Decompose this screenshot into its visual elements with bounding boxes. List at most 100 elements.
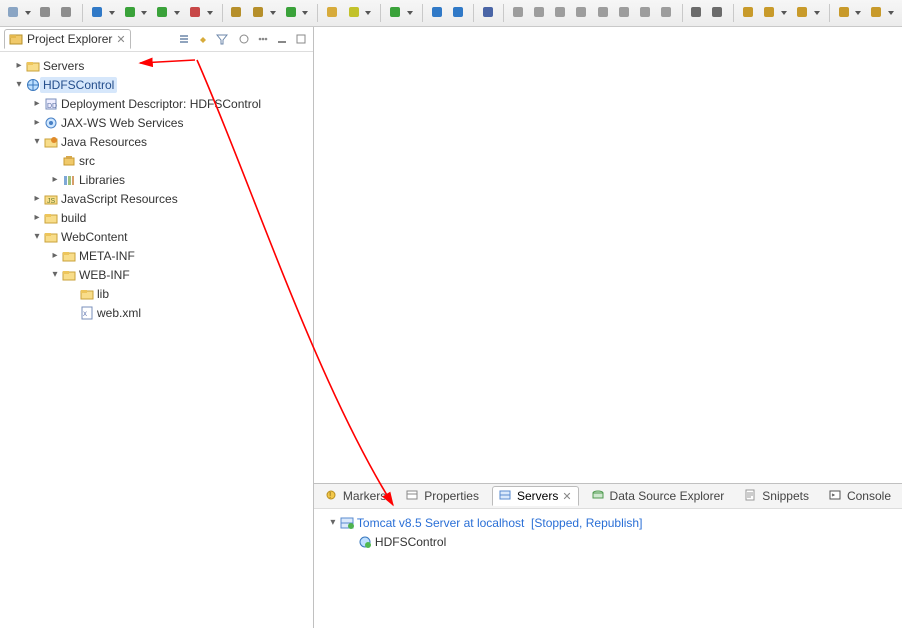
minimize-icon[interactable] — [274, 31, 290, 47]
focus-task-icon[interactable] — [236, 31, 252, 47]
new-button[interactable] — [4, 3, 35, 23]
maximize-icon[interactable] — [293, 31, 309, 47]
toggle-block-sel-icon[interactable] — [449, 3, 468, 23]
save-all-icon[interactable] — [58, 3, 77, 23]
tab-label: Servers — [517, 489, 558, 503]
new-class-icon[interactable] — [282, 3, 313, 23]
servers-view[interactable]: ▾ Tomcat v8.5 Server at localhost [Stopp… — [314, 509, 902, 628]
tab-snippets[interactable]: Snippets — [737, 486, 816, 506]
server-label: Tomcat v8.5 Server at localhost [Stopped… — [354, 515, 646, 531]
view-menu-icon[interactable] — [255, 31, 271, 47]
pin-icon[interactable] — [739, 3, 758, 23]
chevron-right-icon[interactable]: ▸ — [30, 212, 44, 223]
chevron-right-icon[interactable]: ▸ — [48, 174, 62, 185]
next-annotation-icon[interactable] — [760, 3, 791, 23]
format-icon[interactable] — [688, 3, 707, 23]
resume-icon[interactable] — [509, 3, 528, 23]
run-play-icon[interactable] — [121, 3, 152, 23]
skip-breakpoints-icon-glyph — [482, 6, 496, 20]
run-ext-tool-icon-glyph — [189, 6, 203, 20]
chevron-down-icon[interactable]: ▾ — [12, 79, 26, 90]
chevron-right-icon[interactable]: ▸ — [30, 98, 44, 109]
run-server-play-icon-glyph — [156, 6, 170, 20]
open-folder-icon[interactable] — [323, 3, 342, 23]
jsres-icon: JS — [44, 192, 58, 206]
open-browser-icon[interactable] — [386, 3, 417, 23]
tab-markers[interactable]: !Markers — [318, 486, 393, 506]
properties-icon — [406, 489, 420, 503]
tab-properties[interactable]: Properties — [399, 486, 486, 506]
svg-text:!: ! — [329, 491, 331, 500]
markers-icon: ! — [325, 489, 339, 503]
chevron-down-icon[interactable]: ▾ — [30, 231, 44, 242]
server-module-hdfscontrol[interactable]: HDFSControl — [316, 532, 900, 551]
filter-icon[interactable] — [214, 31, 230, 47]
organize-icon-glyph — [711, 6, 725, 20]
toggle-block-sel-icon-glyph — [452, 6, 466, 20]
chevron-right-icon[interactable]: ▸ — [30, 117, 44, 128]
tree-build[interactable]: ▸build — [2, 208, 313, 227]
tree-webcontent[interactable]: ▾WebContent — [2, 227, 313, 246]
prev-annotation-icon[interactable] — [793, 3, 824, 23]
chevron-right-icon[interactable]: ▸ — [48, 250, 62, 261]
tree-jaxws[interactable]: ▸JAX-WS Web Services — [2, 113, 313, 132]
tab-console[interactable]: Console — [822, 486, 898, 506]
tree-lib[interactable]: lib — [2, 284, 313, 303]
pkgroot-icon — [62, 154, 76, 168]
suspend-icon-glyph — [533, 6, 547, 20]
run-server-play-icon[interactable] — [153, 3, 184, 23]
debug-bug-icon-glyph — [91, 6, 105, 20]
tree-item-label: web.xml — [94, 305, 144, 321]
link-editor-icon[interactable] — [195, 31, 211, 47]
tree-libraries[interactable]: ▸Libraries — [2, 170, 313, 189]
back-history-icon[interactable] — [835, 3, 866, 23]
chevron-down-icon[interactable]: ▾ — [30, 136, 44, 147]
suspend-icon[interactable] — [531, 3, 550, 23]
tree-deployment-descriptor[interactable]: ▸DDDeployment Descriptor: HDFSControl — [2, 94, 313, 113]
tree-item-label: src — [76, 153, 98, 169]
tab-data-source-explorer[interactable]: Data Source Explorer — [585, 486, 732, 506]
project-explorer-tab[interactable]: Project Explorer ✕ — [4, 29, 131, 49]
tree-web-xml[interactable]: Xweb.xml — [2, 303, 313, 322]
server-node-tomcat[interactable]: ▾ Tomcat v8.5 Server at localhost [Stopp… — [316, 513, 900, 532]
new-package-icon[interactable] — [249, 3, 280, 23]
tree-src[interactable]: src — [2, 151, 313, 170]
tree-hdfscontrol[interactable]: ▾HDFSControl — [2, 75, 313, 94]
terminate-icon[interactable] — [552, 3, 571, 23]
disconnect-icon[interactable] — [573, 3, 592, 23]
chevron-right-icon[interactable]: ▸ — [12, 60, 26, 71]
search-icon[interactable] — [345, 3, 376, 23]
save-icon[interactable] — [37, 3, 56, 23]
close-icon[interactable]: ✕ — [562, 490, 571, 503]
tree-meta-inf[interactable]: ▸META-INF — [2, 246, 313, 265]
step-over-icon[interactable] — [615, 3, 634, 23]
dse-icon — [592, 489, 606, 503]
folder-icon — [80, 287, 94, 301]
module-label: HDFSControl — [372, 534, 449, 550]
run-ext-tool-icon[interactable] — [186, 3, 217, 23]
chevron-down-icon[interactable]: ▾ — [48, 269, 62, 280]
tab-servers[interactable]: Servers ✕ — [492, 486, 579, 506]
close-icon[interactable]: ✕ — [116, 33, 125, 46]
organize-icon[interactable] — [709, 3, 728, 23]
chevron-down-icon[interactable]: ▾ — [326, 517, 340, 528]
toggle-breadcrumb-icon[interactable] — [428, 3, 447, 23]
forward-history-icon-glyph — [870, 6, 884, 20]
collapse-all-icon[interactable] — [176, 31, 192, 47]
step-into-icon[interactable] — [594, 3, 613, 23]
tree-servers[interactable]: ▸Servers — [2, 56, 313, 75]
step-return-icon[interactable] — [636, 3, 655, 23]
project-explorer-tree[interactable]: ▸Servers▾HDFSControl▸DDDeployment Descri… — [0, 52, 313, 628]
tree-web-inf[interactable]: ▾WEB-INF — [2, 265, 313, 284]
build-project-icon[interactable] — [228, 3, 247, 23]
tree-java-resources[interactable]: ▾Java Resources — [2, 132, 313, 151]
svg-text:X: X — [83, 312, 87, 318]
svg-text:JS: JS — [47, 198, 56, 205]
debug-bug-icon[interactable] — [88, 3, 119, 23]
tree-js-resources[interactable]: ▸JSJavaScript Resources — [2, 189, 313, 208]
forward-history-icon[interactable] — [867, 3, 898, 23]
drop-to-frame-icon[interactable] — [658, 3, 677, 23]
tab-label: Properties — [424, 489, 479, 503]
chevron-right-icon[interactable]: ▸ — [30, 193, 44, 204]
skip-breakpoints-icon[interactable] — [479, 3, 498, 23]
